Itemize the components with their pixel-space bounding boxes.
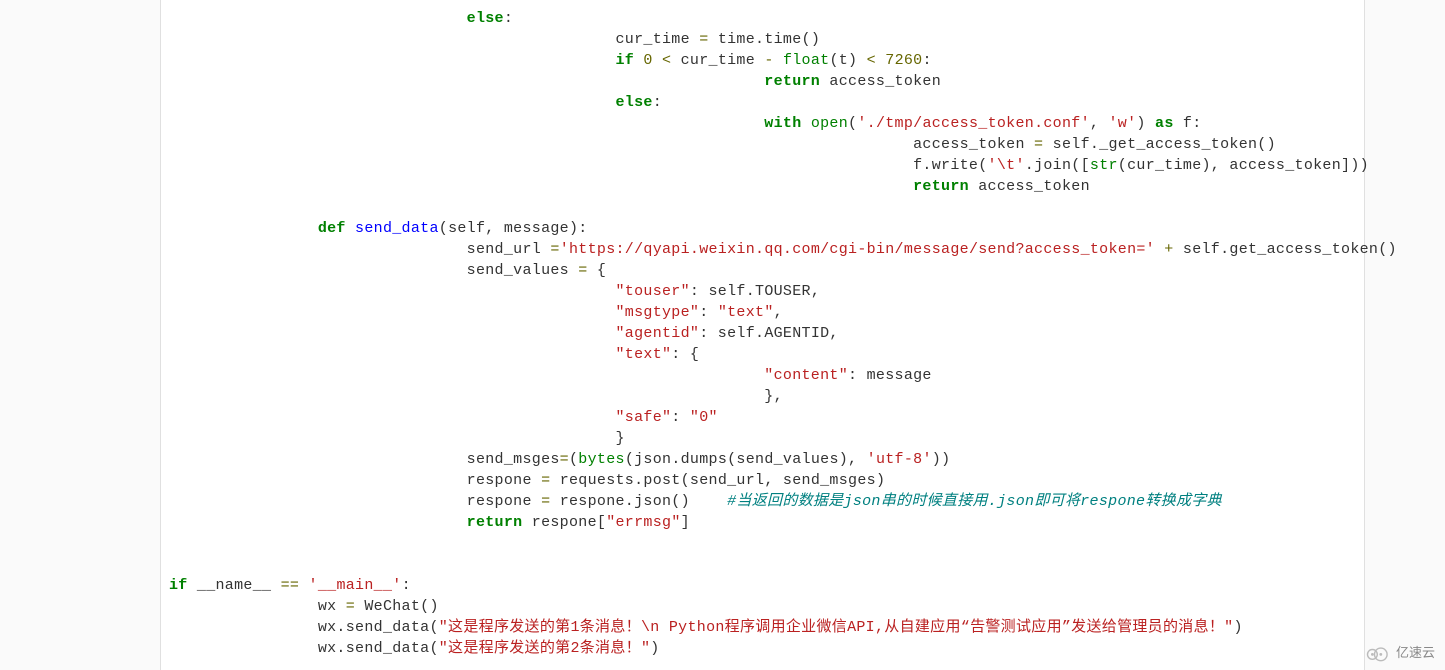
- watermark-text: 亿速云: [1396, 644, 1435, 662]
- watermark-logo: 亿速云: [1364, 644, 1435, 662]
- page: else: cur_time = time.time() if 0 < cur_…: [0, 0, 1445, 670]
- source-code: else: cur_time = time.time() if 0 < cur_…: [161, 8, 1364, 659]
- code-block: else: cur_time = time.time() if 0 < cur_…: [160, 0, 1365, 670]
- cloud-icon: [1364, 644, 1392, 662]
